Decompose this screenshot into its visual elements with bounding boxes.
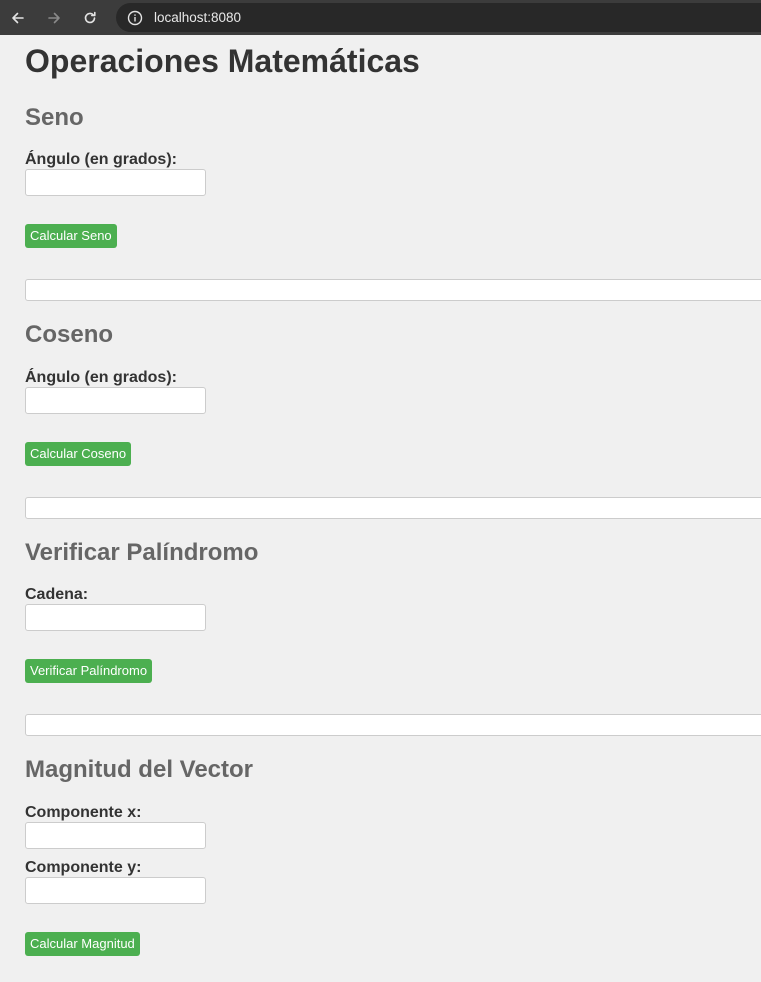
coseno-section-title: Coseno xyxy=(25,321,114,348)
reload-icon xyxy=(84,11,96,23)
vector-y-label: Componente y: xyxy=(25,859,142,876)
coseno-result-field xyxy=(25,497,761,519)
palindromo-section-title: Verificar Palíndromo xyxy=(25,539,259,566)
site-info-icon[interactable] xyxy=(127,10,143,26)
verificar-palindromo-button[interactable]: Verificar Palíndromo xyxy=(25,659,153,683)
palindromo-string-input[interactable] xyxy=(25,604,206,631)
vector-section-title: Magnitud del Vector xyxy=(25,756,254,783)
palindromo-result-field xyxy=(25,714,761,736)
calcular-seno-button[interactable]: Calcular Seno xyxy=(25,224,117,248)
seno-result-field xyxy=(25,279,761,301)
coseno-angle-label: Ángulo (en grados): xyxy=(25,369,177,386)
calcular-coseno-button[interactable]: Calcular Coseno xyxy=(25,442,132,466)
arrow-right-icon xyxy=(48,12,60,23)
vector-x-label: Componente x: xyxy=(25,804,142,821)
seno-angle-input[interactable] xyxy=(25,169,206,196)
page-title: Operaciones Matemáticas xyxy=(25,43,420,79)
vector-x-input[interactable] xyxy=(25,822,206,849)
vector-y-input[interactable] xyxy=(25,877,206,904)
palindromo-string-label: Cadena: xyxy=(25,586,89,603)
seno-angle-label: Ángulo (en grados): xyxy=(25,151,177,168)
coseno-angle-input[interactable] xyxy=(25,387,206,414)
calcular-magnitud-button[interactable]: Calcular Magnitud xyxy=(25,932,140,956)
back-button[interactable] xyxy=(8,8,28,28)
forward-button[interactable] xyxy=(44,8,64,28)
reload-button[interactable] xyxy=(80,8,100,28)
seno-section-title: Seno xyxy=(25,104,84,131)
url-text: localhost:8080 xyxy=(154,10,242,25)
address-bar[interactable]: localhost:8080 xyxy=(116,3,761,32)
arrow-left-icon xyxy=(12,12,24,23)
browser-toolbar: localhost:8080 xyxy=(0,0,761,35)
